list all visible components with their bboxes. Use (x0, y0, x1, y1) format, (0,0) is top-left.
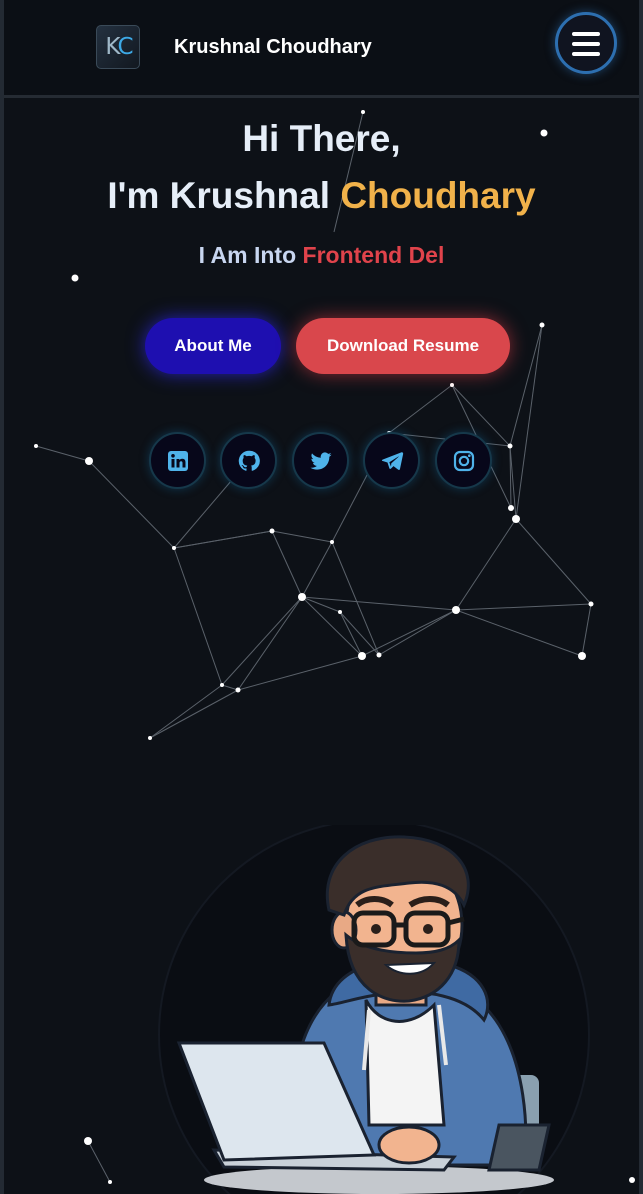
twitter-icon (310, 451, 331, 470)
logo-letter-k: K (105, 34, 120, 60)
logo-letter-c: C (117, 34, 134, 60)
site-logo[interactable]: KC (96, 25, 140, 69)
hero-greeting: Hi There, (242, 118, 401, 159)
hero-intro-surname: Choudhary (340, 175, 536, 216)
menu-bar-icon (572, 52, 600, 56)
download-resume-button[interactable]: Download Resume (296, 318, 510, 374)
menu-bar-icon (572, 42, 600, 46)
telegram-icon (381, 451, 403, 470)
hero-intro: I'm Krushnal Choudhary (4, 175, 639, 217)
github-icon (238, 450, 260, 471)
about-me-button[interactable]: About Me (145, 318, 281, 374)
linkedin-icon (167, 450, 188, 471)
brand-name[interactable]: Krushnal Choudhary (174, 36, 372, 59)
instagram-button[interactable] (435, 432, 492, 489)
twitter-button[interactable] (292, 432, 349, 489)
menu-bar-icon (572, 32, 600, 36)
github-button[interactable] (220, 432, 277, 489)
developer-avatar-illustration (158, 825, 590, 1194)
hamburger-menu-button[interactable] (555, 12, 617, 74)
typing-prefix: I Am Into (198, 242, 303, 268)
linkedin-button[interactable] (149, 432, 206, 489)
hero-intro-prefix: I'm Krushnal (107, 175, 341, 216)
instagram-icon (453, 450, 474, 471)
telegram-button[interactable] (363, 432, 420, 489)
top-header: KC Krushnal Choudhary (4, 0, 639, 98)
typed-text: Frontend Del (302, 242, 445, 268)
typing-line: I Am Into Frontend Del (4, 242, 639, 269)
page-frame: KC Krushnal Choudhary Hi There, I'm Krus… (0, 0, 643, 1194)
